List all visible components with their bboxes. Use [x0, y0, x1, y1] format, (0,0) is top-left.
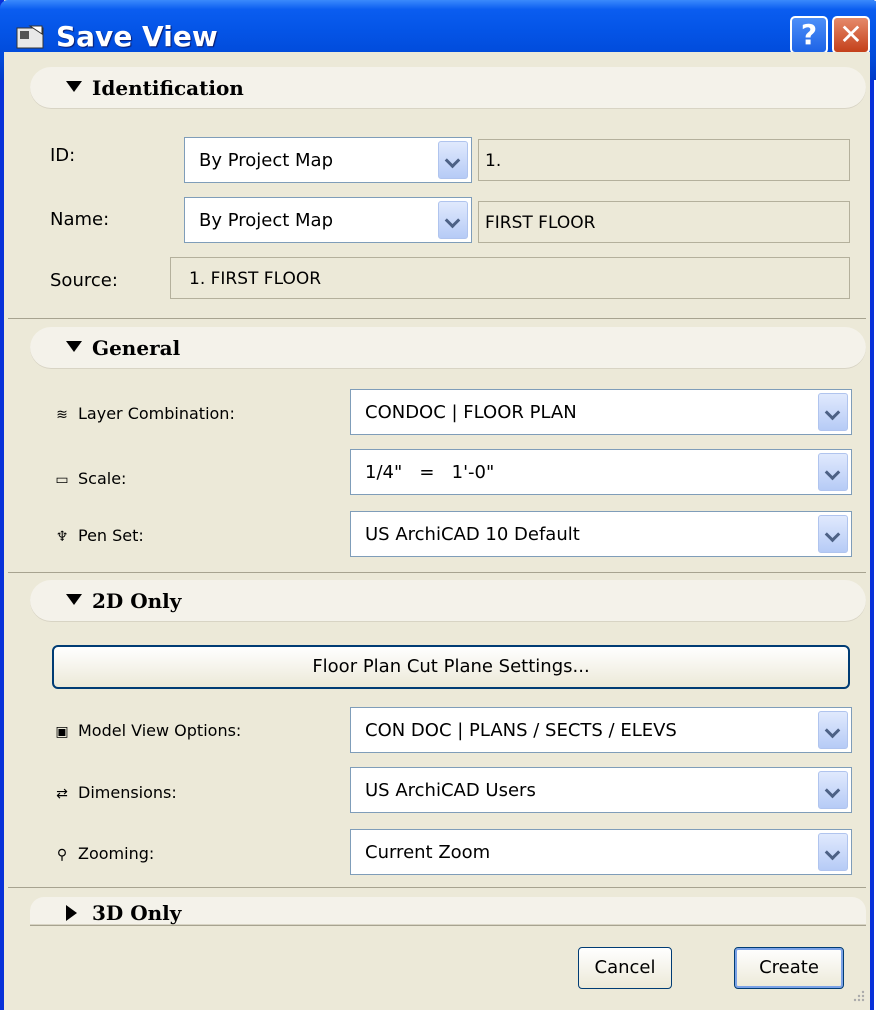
pen-set-label: ♆ Pen Set:: [52, 526, 144, 545]
id-label: ID:: [50, 145, 76, 166]
id-mode-select[interactable]: By Project Map: [184, 137, 472, 183]
divider: [8, 572, 866, 573]
zooming-label: ⚲ Zooming:: [52, 844, 154, 863]
name-mode-select[interactable]: By Project Map: [184, 197, 472, 243]
cancel-button[interactable]: Cancel: [578, 947, 672, 989]
archicad-app-icon: [16, 25, 44, 49]
model-view-options-select[interactable]: CON DOC | PLANS / SECTS / ELEVS: [350, 707, 852, 753]
section-general-title: General: [92, 336, 181, 360]
section-2d-only-title: 2D Only: [92, 589, 182, 613]
source-field: 1. FIRST FLOOR: [170, 257, 850, 299]
scale-label: ▭ Scale:: [52, 469, 126, 488]
name-field[interactable]: FIRST FLOOR: [478, 201, 850, 243]
section-identification-title: Identification: [92, 76, 244, 100]
name-label: Name:: [50, 209, 110, 230]
chevron-down-icon[interactable]: [438, 141, 468, 179]
pen-set-select[interactable]: US ArchiCAD 10 Default: [350, 511, 852, 557]
source-label: Source:: [50, 270, 118, 291]
layer-combination-value: CONDOC | FLOOR PLAN: [365, 402, 577, 423]
section-identification-header[interactable]: Identification: [30, 67, 866, 109]
ruler-icon: ▭: [55, 472, 69, 488]
chevron-down-icon[interactable]: [438, 201, 468, 239]
model-view-options-value: CON DOC | PLANS / SECTS / ELEVS: [365, 720, 677, 741]
expanded-triangle-icon: [66, 341, 82, 352]
chevron-down-icon[interactable]: [818, 515, 848, 553]
magnifier-icon: ⚲: [56, 847, 68, 863]
expanded-triangle-icon: [66, 81, 82, 92]
collapsed-triangle-icon: [66, 905, 77, 921]
scale-value: 1/4" = 1'-0": [365, 462, 495, 483]
section-2d-only-header[interactable]: 2D Only: [30, 580, 866, 622]
dialog-content: Identification ID: By Project Map 1. Nam…: [4, 52, 870, 1010]
model-view-icon: ▣: [55, 724, 69, 740]
expanded-triangle-icon: [66, 594, 82, 605]
model-view-options-label: ▣ Model View Options:: [52, 721, 241, 740]
layer-combination-select[interactable]: CONDOC | FLOOR PLAN: [350, 389, 852, 435]
zooming-value: Current Zoom: [365, 842, 491, 863]
divider: [8, 318, 866, 319]
dimension-icon: ⇄: [56, 786, 68, 802]
layer-combination-label: ≋ Layer Combination:: [52, 404, 235, 423]
pen-set-value: US ArchiCAD 10 Default: [365, 524, 580, 545]
chevron-down-icon[interactable]: [818, 771, 848, 809]
floor-plan-cut-plane-settings-button[interactable]: Floor Plan Cut Plane Settings...: [52, 645, 850, 689]
dimensions-value: US ArchiCAD Users: [365, 780, 536, 801]
divider: [30, 925, 866, 926]
id-mode-value: By Project Map: [199, 150, 334, 171]
chevron-down-icon[interactable]: [818, 453, 848, 491]
section-3d-only-title: 3D Only: [92, 901, 182, 925]
window-title: Save View: [56, 20, 218, 53]
id-field-value: 1.: [485, 151, 502, 171]
resize-grip-icon[interactable]: [850, 988, 866, 1004]
layers-icon: ≋: [56, 407, 68, 423]
close-button[interactable]: ✕: [832, 16, 870, 54]
source-field-value: 1. FIRST FLOOR: [189, 269, 322, 289]
section-general-header[interactable]: General: [30, 327, 866, 369]
divider: [8, 887, 866, 888]
pen-icon: ♆: [55, 529, 69, 545]
help-button[interactable]: ?: [790, 16, 828, 54]
chevron-down-icon[interactable]: [818, 711, 848, 749]
dimensions-select[interactable]: US ArchiCAD Users: [350, 767, 852, 813]
chevron-down-icon[interactable]: [818, 833, 848, 871]
zooming-select[interactable]: Current Zoom: [350, 829, 852, 875]
section-3d-only-header[interactable]: 3D Only: [30, 897, 866, 925]
chevron-down-icon[interactable]: [818, 393, 848, 431]
create-button[interactable]: Create: [734, 947, 844, 989]
name-field-value: FIRST FLOOR: [485, 213, 596, 233]
id-field[interactable]: 1.: [478, 139, 850, 181]
save-view-dialog: Save View ? ✕ Identification ID: By Proj…: [0, 0, 876, 1010]
scale-select[interactable]: 1/4" = 1'-0": [350, 449, 852, 495]
dimensions-label: ⇄ Dimensions:: [52, 783, 177, 802]
name-mode-value: By Project Map: [199, 210, 334, 231]
